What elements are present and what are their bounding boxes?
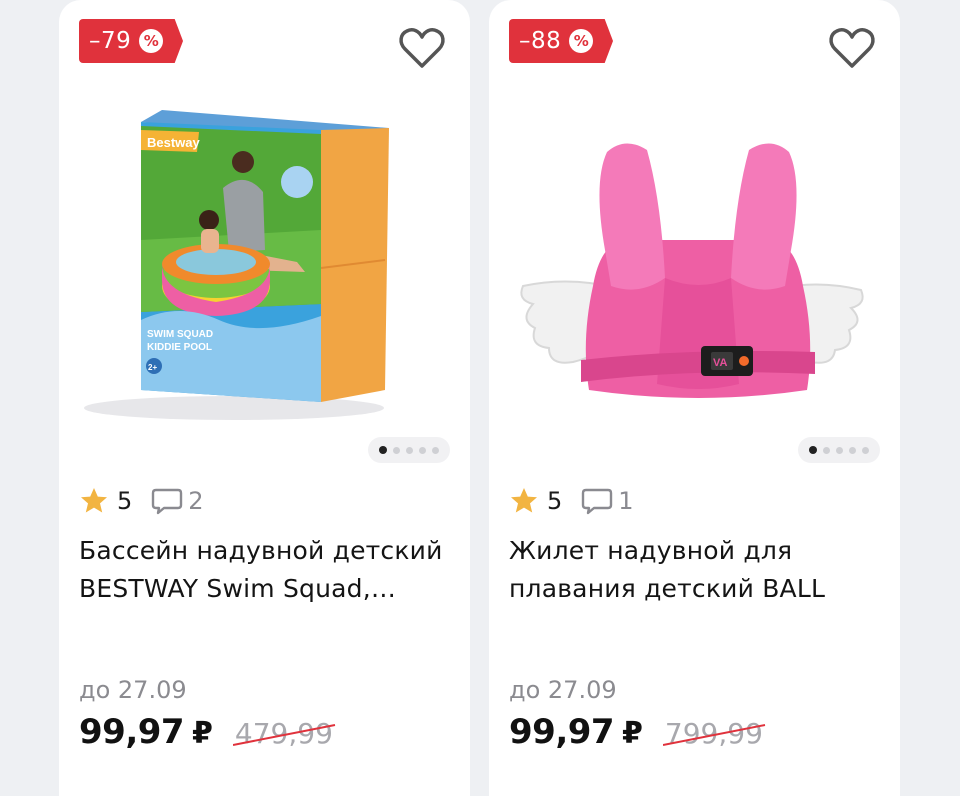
currency-symbol: ₽ [192,716,213,751]
price-row: 99,97 ₽ 479,99 [79,712,336,762]
discount-badge: –79 % [79,19,183,63]
review-count: 1 [618,487,634,515]
age-badge: 2+ [148,363,157,372]
promo-date: до 27.09 [509,676,617,704]
carousel-dot[interactable] [406,446,413,454]
discount-value: –79 [89,28,132,54]
product-card-pool[interactable]: –79 % Bestway SWIM SQUAD KIDDIE POOL 2+ … [59,0,470,796]
comment-icon [582,488,613,515]
carousel-dot[interactable] [836,446,843,454]
rating-value: 5 [117,487,133,515]
product-card-vest[interactable]: –88 % VA 5 1 Жилет надувной для плавания… [489,0,900,796]
currency-symbol: ₽ [622,716,643,751]
carousel-dot[interactable] [393,446,400,454]
product-image-vest[interactable]: VA [489,90,900,430]
image-carousel-dots[interactable] [368,437,450,463]
box-line1: SWIM SQUAD [147,329,213,340]
review-count: 2 [188,487,204,515]
carousel-dot[interactable] [849,446,856,454]
carousel-dot[interactable] [432,446,439,454]
heart-icon[interactable] [396,22,448,74]
discount-badge: –88 % [509,19,613,63]
percent-icon: % [569,29,594,53]
discount-value: –88 [519,28,562,54]
old-price: 799,99 [664,717,763,750]
comment-icon [152,488,183,515]
carousel-dot[interactable] [862,446,869,454]
star-icon [81,488,107,513]
carousel-dot[interactable] [419,446,426,454]
current-price: 99,97 [509,712,615,752]
carousel-dot[interactable] [823,446,830,454]
rating-value: 5 [547,487,563,515]
star-icon [511,488,537,513]
product-title[interactable]: Бассейн надувной детский BESTWAY Swim Sq… [79,532,454,608]
old-price: 479,99 [234,717,333,750]
box-line2: KIDDIE POOL [147,342,212,353]
heart-icon[interactable] [826,22,878,74]
product-image-pool[interactable]: Bestway SWIM SQUAD KIDDIE POOL 2+ [59,90,470,430]
current-price: 99,97 [79,712,185,752]
image-carousel-dots[interactable] [798,437,880,463]
buckle-logo: VA [713,357,728,369]
rating-row: 5 2 [79,483,204,519]
percent-icon: % [139,29,164,53]
product-title[interactable]: Жилет надувной для плавания детский BALL [509,532,884,608]
carousel-dot[interactable] [809,446,817,454]
price-row: 99,97 ₽ 799,99 [509,712,766,762]
brand-logo: Bestway [147,135,201,150]
carousel-dot[interactable] [379,446,387,454]
promo-date: до 27.09 [79,676,187,704]
rating-row: 5 1 [509,483,634,519]
